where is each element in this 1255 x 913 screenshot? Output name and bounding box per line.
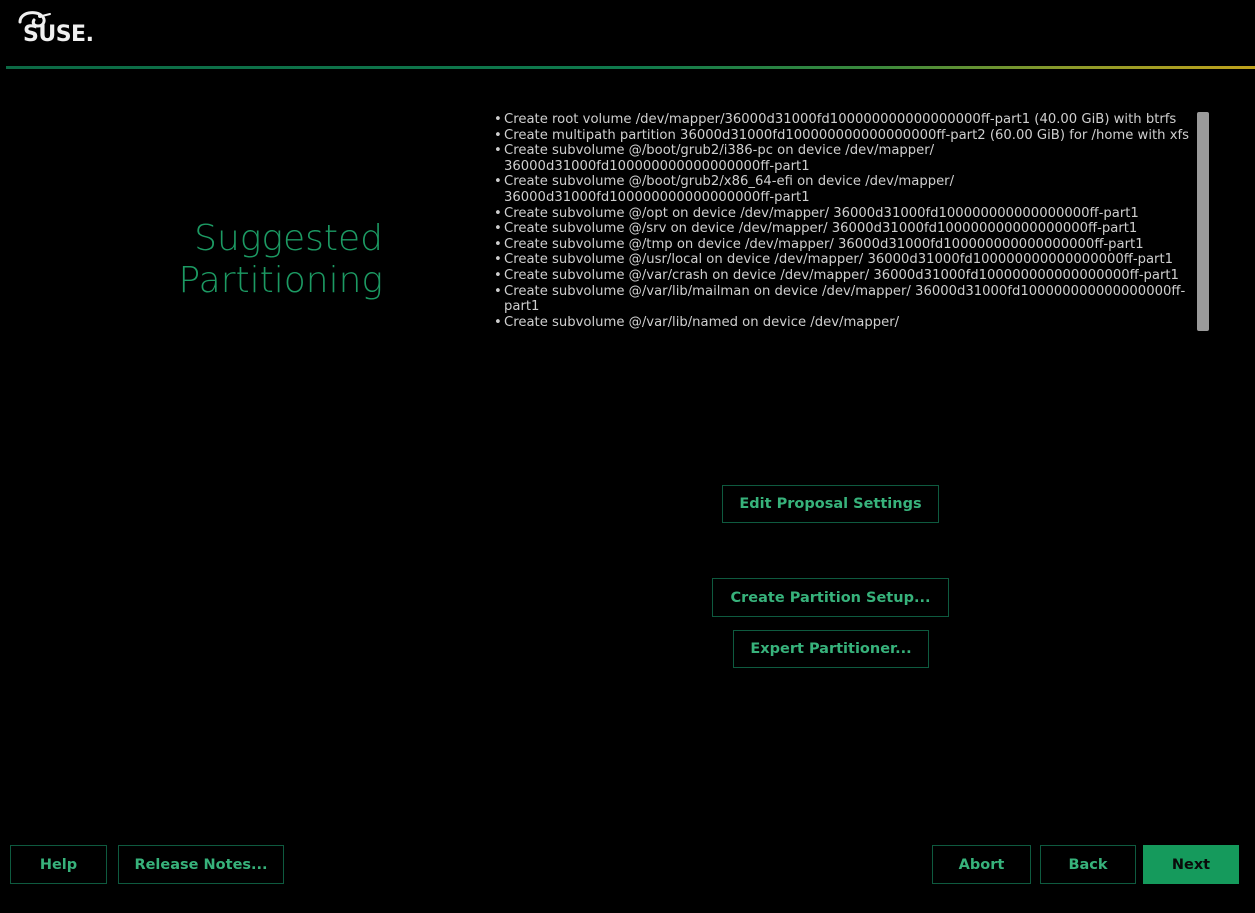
list-item: Create subvolume @/tmp on device /dev/ma… [492, 237, 1194, 253]
edit-proposal-settings-button[interactable]: Edit Proposal Settings [722, 485, 939, 523]
back-button[interactable]: Back [1040, 845, 1136, 884]
header-accent-line [6, 66, 1255, 69]
next-button[interactable]: Next [1143, 845, 1239, 884]
list-item: Create subvolume @/srv on device /dev/ma… [492, 221, 1194, 237]
list-item: Create subvolume @/var/lib/mailman on de… [492, 284, 1194, 315]
list-item: Create subvolume @/var/lib/named on devi… [492, 315, 1194, 331]
create-partition-setup-button[interactable]: Create Partition Setup... [712, 578, 949, 617]
scrollbar-thumb[interactable] [1197, 112, 1209, 331]
list-item: Create subvolume @/boot/grub2/i386-pc on… [492, 143, 1194, 174]
list-item: Create subvolume @/usr/local on device /… [492, 252, 1194, 268]
list-item: Create subvolume @/boot/grub2/x86_64-efi… [492, 174, 1194, 205]
proposal-summary[interactable]: Create root volume /dev/mapper/36000d310… [492, 112, 1194, 468]
release-notes-button[interactable]: Release Notes... [118, 845, 284, 884]
proposal-list: Create root volume /dev/mapper/36000d310… [492, 112, 1194, 330]
expert-partitioner-button[interactable]: Expert Partitioner... [733, 630, 929, 668]
page-title-line1: Suggested [194, 218, 383, 259]
list-item: Create multipath partition 36000d31000fd… [492, 128, 1194, 144]
list-item: Create subvolume @/var/crash on device /… [492, 268, 1194, 284]
abort-button[interactable]: Abort [932, 845, 1031, 884]
help-button[interactable]: Help [10, 845, 107, 884]
suse-logo: SUSE. [23, 22, 94, 47]
list-item: Create root volume /dev/mapper/36000d310… [492, 112, 1194, 128]
page-title: Suggested Partitioning [179, 218, 383, 302]
list-item: Create subvolume @/opt on device /dev/ma… [492, 206, 1194, 222]
page-title-line2: Partitioning [178, 260, 383, 301]
header-bar: SUSE. [0, 0, 1255, 69]
